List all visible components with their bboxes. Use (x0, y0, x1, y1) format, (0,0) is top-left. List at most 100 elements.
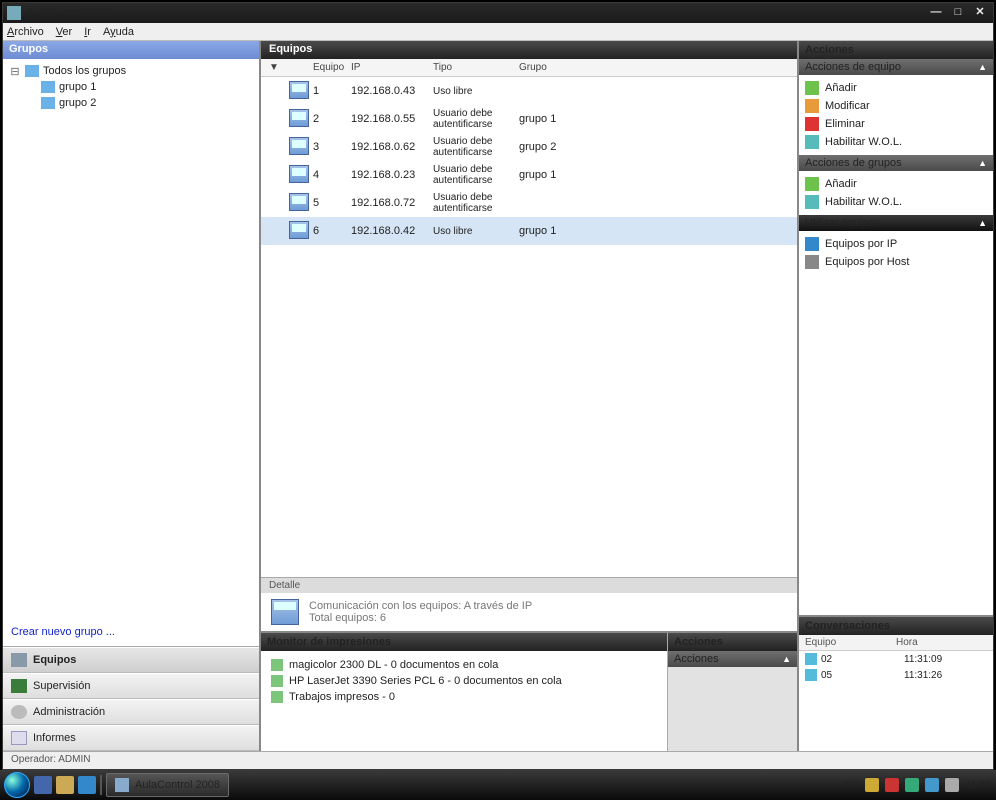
computer-icon (289, 109, 309, 127)
maximize-button[interactable]: □ (949, 6, 967, 20)
action-wol[interactable]: Habilitar W.O.L. (805, 133, 987, 151)
acciones-header: Acciones (799, 41, 993, 59)
tree-root[interactable]: ⊟ Todos los grupos (9, 63, 253, 79)
col-ip[interactable]: IP (351, 62, 433, 73)
sort-icon[interactable]: ▼ (269, 62, 289, 73)
tree-item-grupo1[interactable]: grupo 1 (9, 79, 253, 95)
printer-icon (271, 659, 283, 671)
table-row[interactable]: 6192.168.0.42Uso libregrupo 1 (261, 217, 797, 245)
conv-header: Conversaciones (799, 617, 993, 635)
table-row[interactable]: 1192.168.0.43Uso libre (261, 77, 797, 105)
equipo-actions: Añadir Modificar Eliminar Habilitar W.O.… (799, 75, 993, 155)
table-row[interactable]: 3192.168.0.62Usuario debe autentificarse… (261, 133, 797, 161)
gear-icon (11, 705, 27, 719)
collapse-icon[interactable]: ▲ (978, 218, 987, 228)
menu-ayuda[interactable]: Ayuda (103, 26, 134, 38)
equipos-header: Equipos (261, 41, 797, 59)
clock[interactable]: 11:56 (965, 779, 992, 791)
tree-item-grupo2[interactable]: grupo 2 (9, 95, 253, 111)
quicklaunch-icon[interactable] (34, 776, 52, 794)
group-icon (41, 97, 55, 109)
util-actions: Equipos por IP Equipos por Host (799, 231, 993, 275)
list-item[interactable]: HP LaserJet 3390 Series PCL 6 - 0 docume… (271, 673, 657, 689)
chat-icon (805, 669, 817, 681)
list-item[interactable]: 0211:31:09 (799, 651, 993, 667)
col-equipo[interactable]: Equipo (805, 637, 896, 648)
task-aulacontrol[interactable]: AulaControl 2008 (106, 773, 229, 797)
computer-icon (289, 137, 309, 155)
monitor-list: magicolor 2300 DL - 0 documentos en cola… (261, 651, 667, 751)
app-window: AulaControl 2008 — □ ✕ Archivo Ver Ir Ay… (2, 2, 994, 770)
statusbar: Operador: ADMIN (3, 751, 993, 769)
nav-equipos[interactable]: Equipos (3, 647, 259, 673)
tree-item-label: grupo 2 (59, 97, 96, 109)
monitor-actions-header: Acciones (668, 633, 797, 651)
nav-supervision[interactable]: Supervisión (3, 673, 259, 699)
list-item[interactable]: magicolor 2300 DL - 0 documentos en cola (271, 657, 657, 673)
action-modify[interactable]: Modificar (805, 97, 987, 115)
lang-indicator[interactable]: ES (845, 779, 860, 791)
tree-root-label: Todos los grupos (43, 65, 126, 77)
table-row[interactable]: 2192.168.0.55Usuario debe autentificarse… (261, 105, 797, 133)
nav-informes[interactable]: Informes (3, 725, 259, 751)
close-button[interactable]: ✕ (971, 6, 989, 20)
acciones-grupos-header: Acciones de grupos▲ (799, 155, 993, 171)
folder-icon (25, 65, 39, 77)
quicklaunch-icon[interactable] (78, 776, 96, 794)
col-hora[interactable]: Hora (896, 637, 987, 648)
nav-label: Administración (33, 706, 105, 718)
conv-rows: 0211:31:090511:31:26 (799, 651, 993, 683)
menu-ir[interactable]: Ir (84, 26, 91, 38)
menu-ver[interactable]: Ver (56, 26, 73, 38)
tray-icon[interactable] (925, 778, 939, 792)
tray-icon[interactable] (905, 778, 919, 792)
new-group-link[interactable]: Crear nuevo grupo ... (3, 618, 259, 646)
action-delete[interactable]: Eliminar (805, 115, 987, 133)
collapse-icon[interactable]: ▲ (978, 158, 987, 168)
volume-icon[interactable] (945, 778, 959, 792)
menu-archivo[interactable]: Archivo (7, 26, 44, 38)
monitor-actions-sub: Acciones▲ (668, 651, 797, 667)
action-by-ip[interactable]: Equipos por IP (805, 235, 987, 253)
nav-stack: Equipos Supervisión Administración Infor… (3, 646, 259, 751)
action-add-group[interactable]: Añadir (805, 175, 987, 193)
start-button[interactable] (4, 772, 30, 798)
tray-icon[interactable] (865, 778, 879, 792)
col-grupo[interactable]: Grupo (519, 62, 589, 73)
quicklaunch-icon[interactable] (56, 776, 74, 794)
action-by-host[interactable]: Equipos por Host (805, 253, 987, 271)
edit-icon (805, 99, 819, 113)
table-row[interactable]: 5192.168.0.72Usuario debe autentificarse (261, 189, 797, 217)
monitor-panel: Monitor de impresiones magicolor 2300 DL… (261, 633, 667, 751)
conv-columns: Equipo Hora (799, 635, 993, 651)
action-wol-group[interactable]: Habilitar W.O.L. (805, 193, 987, 211)
list-item[interactable]: 0511:31:26 (799, 667, 993, 683)
collapse-icon[interactable]: ▲ (782, 654, 791, 664)
app-title: AulaControl 2008 (27, 7, 112, 19)
table-row[interactable]: 4192.168.0.23Usuario debe autentificarse… (261, 161, 797, 189)
tray-icon[interactable] (885, 778, 899, 792)
collapse-icon[interactable]: ⊟ (9, 65, 21, 78)
acciones-equipo-header: Acciones de equipo▲ (799, 59, 993, 75)
list-item[interactable]: Trabajos impresos - 0 (271, 689, 657, 705)
col-tipo[interactable]: Tipo (433, 62, 519, 73)
bottom-panels: Monitor de impresiones magicolor 2300 DL… (261, 631, 797, 751)
grupos-tree: ⊟ Todos los grupos grupo 1 grupo 2 (3, 59, 259, 618)
action-add[interactable]: Añadir (805, 79, 987, 97)
center-panel: Equipos ▼ Equipo IP Tipo Grupo 1192.168.… (261, 41, 799, 751)
nav-label: Equipos (33, 654, 76, 666)
nav-label: Supervisión (33, 680, 90, 692)
monitor-actions: Acciones Acciones▲ (667, 633, 797, 751)
col-equipo[interactable]: Equipo (313, 62, 351, 73)
report-icon (11, 731, 27, 745)
add-icon (805, 81, 819, 95)
collapse-icon[interactable]: ▲ (978, 62, 987, 72)
nav-admin[interactable]: Administración (3, 699, 259, 725)
titlebar[interactable]: AulaControl 2008 — □ ✕ (3, 3, 993, 23)
minimize-button[interactable]: — (927, 6, 945, 20)
monitor-icon (11, 679, 27, 693)
system-tray: ES 11:56 (845, 778, 992, 792)
printer-icon (271, 691, 283, 703)
app-icon (115, 778, 129, 792)
app-icon (7, 6, 21, 20)
